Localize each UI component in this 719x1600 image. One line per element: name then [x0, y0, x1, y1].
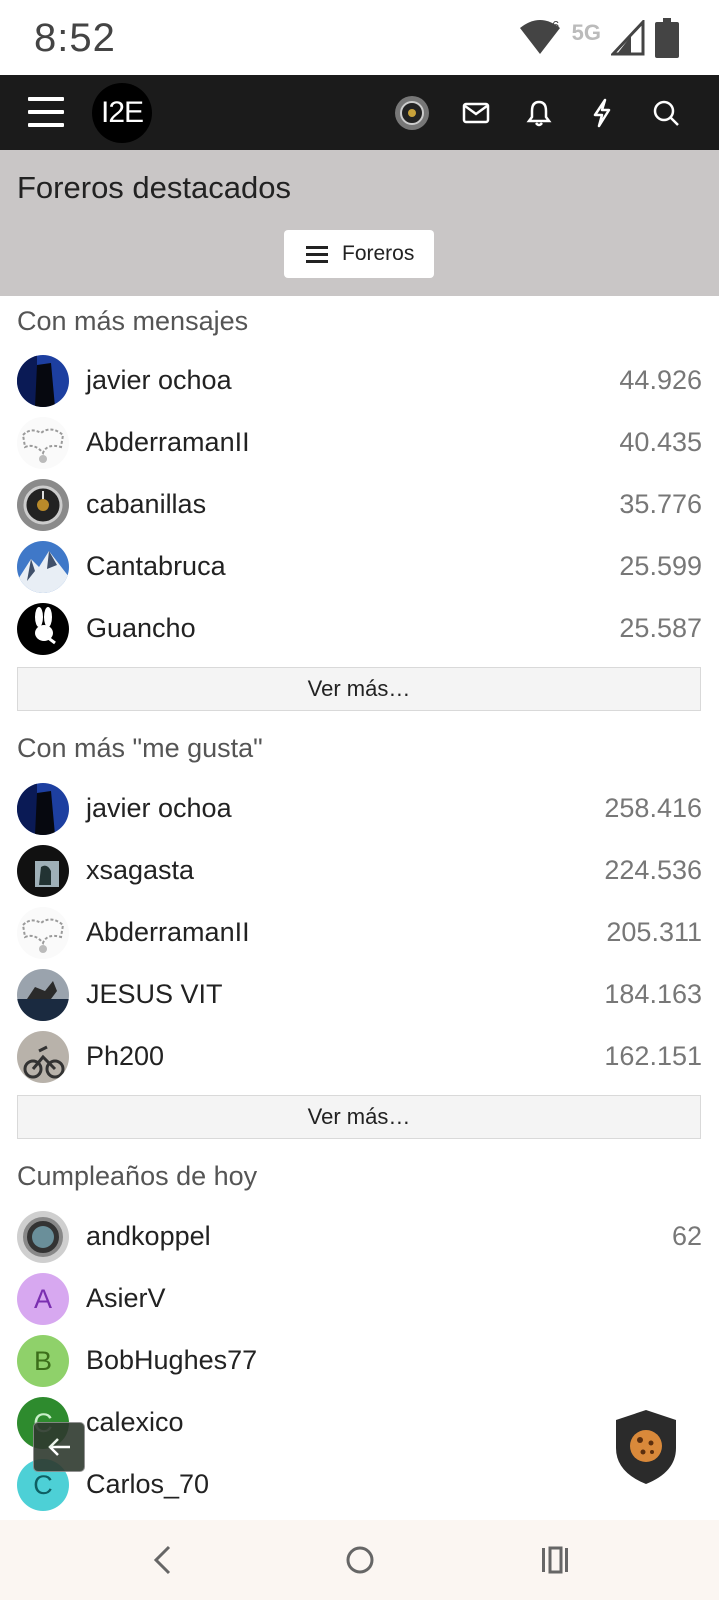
user-avatar-icon[interactable] — [394, 95, 430, 131]
member-avatar[interactable] — [17, 1211, 69, 1263]
menu-icon[interactable] — [28, 97, 64, 127]
member-age: 62 — [671, 1221, 702, 1251]
member-avatar[interactable] — [17, 845, 69, 897]
member-count: 44.926 — [619, 365, 702, 395]
member-row[interactable]: javier ochoa 258.416 — [0, 778, 719, 840]
svg-text:6: 6 — [552, 18, 559, 33]
section-title-most-likes: Con más "me gusta" — [17, 733, 263, 763]
member-count: 258.416 — [604, 793, 702, 823]
page-title: Foreros destacados — [17, 170, 291, 205]
foreros-filter-button[interactable]: Foreros — [284, 230, 434, 278]
member-row[interactable]: AbderramanII 205.311 — [0, 902, 719, 964]
status-time: 8:52 — [34, 16, 116, 60]
wifi-icon: 6 — [519, 18, 560, 54]
member-name[interactable]: javier ochoa — [86, 793, 232, 824]
section-title-most-messages: Con más mensajes — [17, 306, 249, 336]
member-name[interactable]: AbderramanII — [86, 917, 250, 948]
member-name[interactable]: Carlos_70 — [86, 1469, 209, 1500]
member-avatar[interactable] — [17, 783, 69, 835]
see-more-button[interactable]: Ver más… — [17, 667, 701, 711]
system-nav-bar — [0, 1520, 719, 1600]
list-menu-icon — [306, 242, 328, 267]
member-count: 35.776 — [619, 489, 702, 519]
member-row[interactable]: AbderramanII 40.435 — [0, 412, 719, 474]
search-icon[interactable] — [648, 95, 684, 131]
member-count: 25.599 — [619, 551, 702, 581]
member-avatar[interactable] — [17, 907, 69, 959]
nav-home-icon[interactable] — [340, 1540, 380, 1580]
member-count: 40.435 — [619, 427, 702, 457]
member-name[interactable]: AsierV — [86, 1283, 166, 1314]
member-name[interactable]: Cantabruca — [86, 551, 226, 582]
member-avatar[interactable] — [17, 1031, 69, 1083]
page-header: Foreros destacados Foreros — [0, 150, 719, 296]
cookie-settings-button[interactable] — [614, 1408, 678, 1486]
member-name[interactable]: Ph200 — [86, 1041, 164, 1072]
member-name[interactable]: cabanillas — [86, 489, 206, 520]
member-row[interactable]: Ph200 162.151 — [0, 1026, 719, 1088]
member-count: 205.311 — [606, 917, 702, 947]
bell-icon[interactable] — [521, 95, 557, 131]
member-count: 25.587 — [619, 613, 702, 643]
battery-icon — [655, 18, 679, 58]
member-name[interactable]: JESUS VIT — [86, 979, 223, 1010]
lightning-icon[interactable] — [584, 95, 620, 131]
cookie-icon — [616, 1410, 676, 1484]
member-avatar[interactable] — [17, 969, 69, 1021]
member-count: 162.151 — [604, 1041, 702, 1071]
member-row[interactable]: Cantabruca 25.599 — [0, 536, 719, 598]
member-count: 224.536 — [604, 855, 702, 885]
member-avatar[interactable] — [17, 417, 69, 469]
nav-recents-icon[interactable] — [535, 1540, 575, 1580]
member-row[interactable]: javier ochoa 44.926 — [0, 350, 719, 412]
member-avatar[interactable]: A — [17, 1273, 69, 1325]
member-avatar[interactable] — [17, 541, 69, 593]
signal-icon — [611, 20, 645, 56]
member-name[interactable]: BobHughes77 — [86, 1345, 257, 1376]
member-row[interactable]: andkoppel 62 — [0, 1206, 719, 1268]
member-row[interactable]: C calexico — [0, 1392, 719, 1454]
network-type: 5G — [571, 20, 601, 45]
foreros-filter-label: Foreros — [342, 242, 415, 265]
member-row[interactable]: Guancho 25.587 — [0, 598, 719, 660]
member-name[interactable]: AbderramanII — [86, 427, 250, 458]
section-title-birthdays: Cumpleaños de hoy — [17, 1161, 258, 1191]
member-name[interactable]: Guancho — [86, 613, 196, 644]
member-name[interactable]: calexico — [86, 1407, 184, 1438]
member-name[interactable]: xsagasta — [86, 855, 194, 886]
status-bar: 8:52 6 5G — [0, 0, 719, 75]
status-icons: 6 5G — [518, 18, 679, 58]
member-avatar[interactable] — [17, 479, 69, 531]
back-arrow-button[interactable] — [33, 1422, 85, 1472]
member-row[interactable]: JESUS VIT 184.163 — [0, 964, 719, 1026]
member-name[interactable]: andkoppel — [86, 1221, 211, 1252]
member-row[interactable]: cabanillas 35.776 — [0, 474, 719, 536]
member-row[interactable]: B BobHughes77 — [0, 1330, 719, 1392]
member-avatar[interactable] — [17, 355, 69, 407]
nav-back-icon[interactable] — [143, 1540, 183, 1580]
site-logo[interactable]: I2E — [92, 83, 152, 143]
member-row[interactable]: xsagasta 224.536 — [0, 840, 719, 902]
back-arrow-icon — [48, 1438, 70, 1456]
member-name[interactable]: javier ochoa — [86, 365, 232, 396]
app-header: I2E — [0, 75, 719, 150]
envelope-icon[interactable] — [458, 95, 494, 131]
member-avatar[interactable] — [17, 603, 69, 655]
see-more-button[interactable]: Ver más… — [17, 1095, 701, 1139]
member-count: 184.163 — [604, 979, 702, 1009]
member-avatar[interactable]: B — [17, 1335, 69, 1387]
member-row[interactable]: A AsierV — [0, 1268, 719, 1330]
member-row[interactable]: C Carlos_70 — [0, 1454, 719, 1516]
